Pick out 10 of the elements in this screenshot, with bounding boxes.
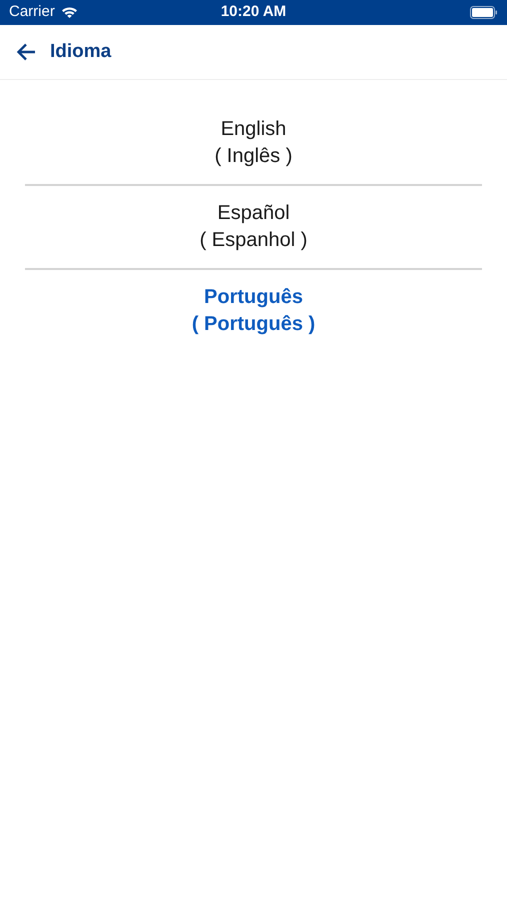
back-button[interactable] [15, 41, 37, 63]
page-title: Idioma [50, 40, 112, 64]
status-time: 10:20 AM [220, 2, 286, 22]
language-option[interactable]: Português ( Português ) [25, 270, 482, 352]
language-option[interactable]: English ( Inglês ) [25, 102, 482, 184]
wifi-icon [60, 6, 78, 19]
carrier-label: Carrier [9, 2, 55, 22]
back-arrow-icon [16, 43, 36, 61]
language-option[interactable]: Español ( Espanhol ) [25, 186, 482, 268]
battery-icon [470, 6, 498, 19]
